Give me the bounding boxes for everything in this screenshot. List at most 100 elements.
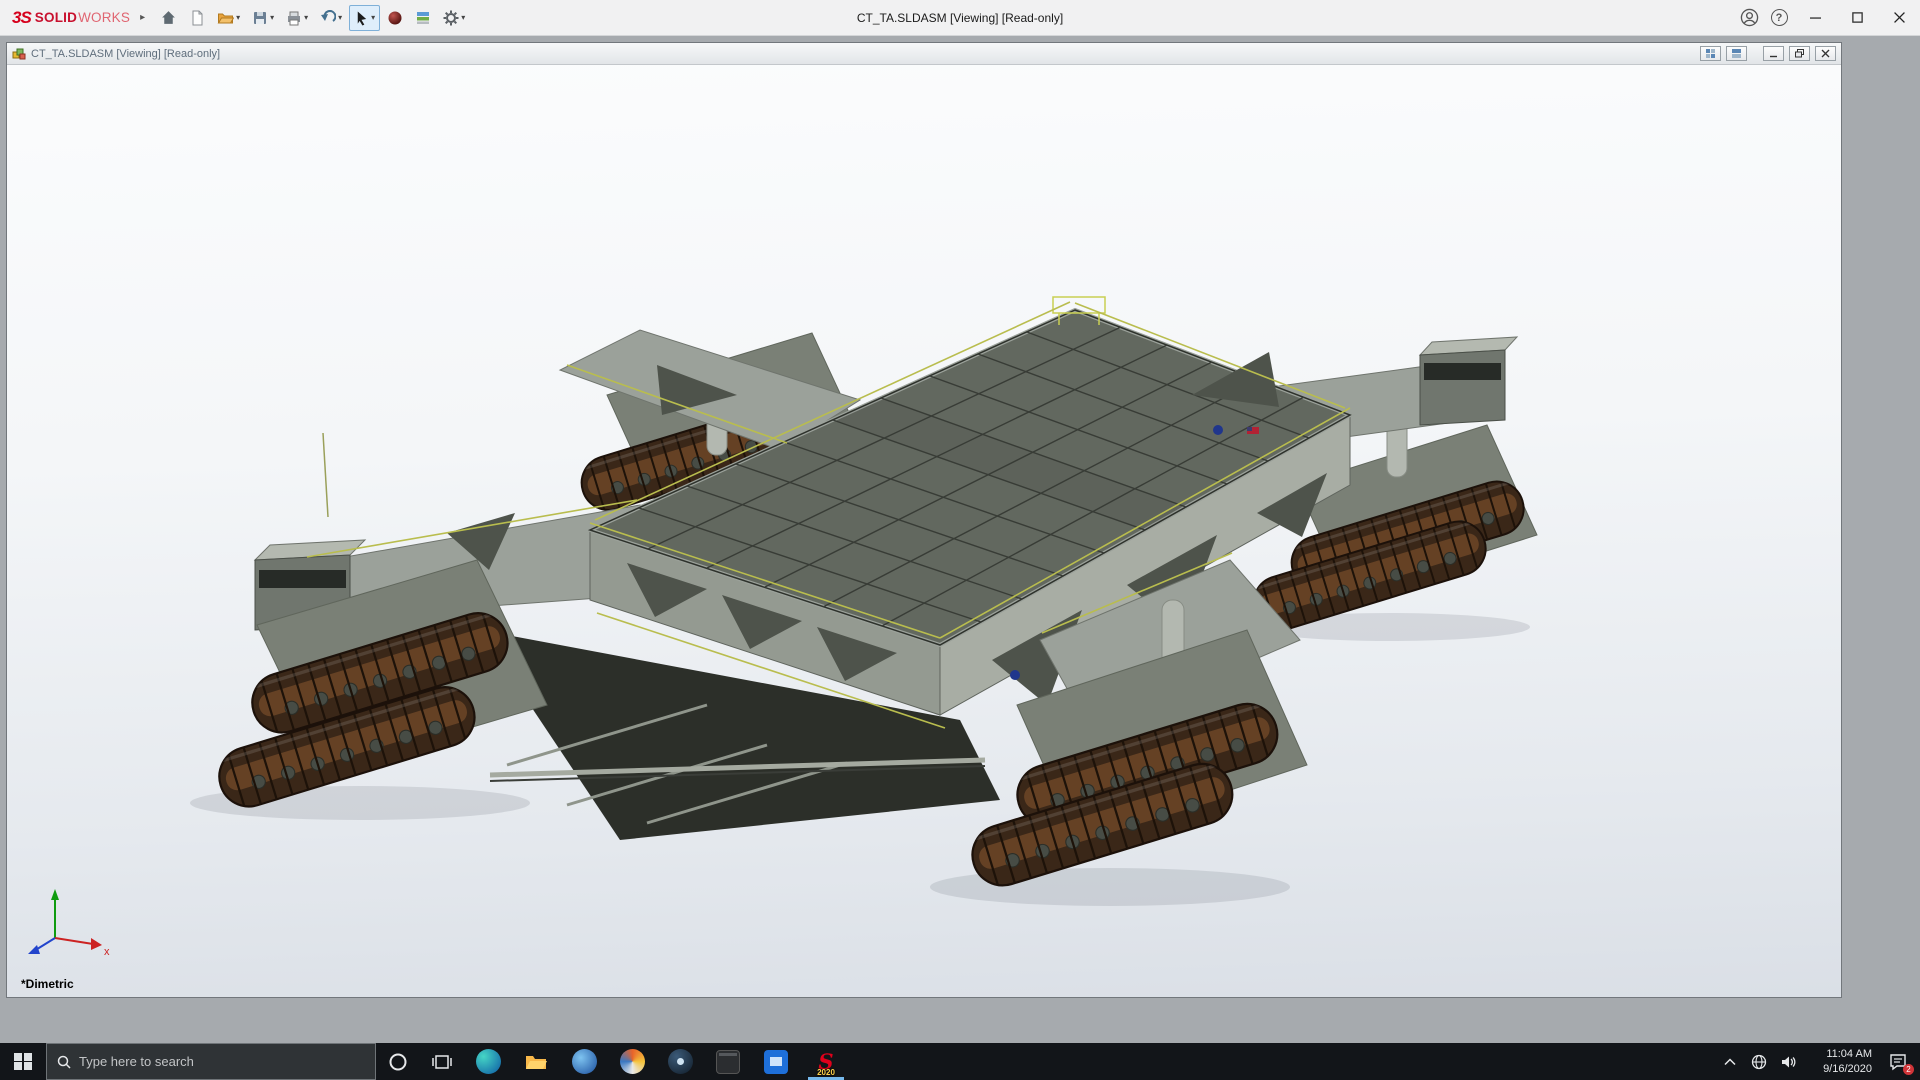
search-input[interactable] bbox=[79, 1054, 365, 1069]
3dexperience-sphere-icon bbox=[387, 10, 403, 26]
brand-solid: SOLID bbox=[35, 10, 77, 25]
speaker-icon bbox=[1781, 1054, 1797, 1070]
document-window-buttons bbox=[1700, 46, 1836, 61]
tray-overflow-button[interactable] bbox=[1716, 1043, 1744, 1080]
gear-icon bbox=[443, 10, 459, 26]
options-button[interactable]: ▾ bbox=[438, 5, 470, 31]
dark-circle-app-button[interactable] bbox=[656, 1043, 704, 1080]
right-operator-cab bbox=[1420, 337, 1517, 425]
file-explorer-button[interactable] bbox=[512, 1043, 560, 1080]
windows-logo-icon bbox=[14, 1053, 32, 1071]
axis-x-label: x bbox=[104, 946, 110, 958]
menu-expand-arrow[interactable]: ▸ bbox=[140, 12, 145, 23]
new-document-icon bbox=[189, 10, 205, 26]
file-explorer-icon bbox=[524, 1050, 548, 1074]
taskbar-clock[interactable]: 11:04 AM 9/16/2020 bbox=[1804, 1043, 1876, 1080]
crawler-transporter-model: x bbox=[7, 65, 1841, 997]
orientation-triad: x bbox=[28, 889, 110, 958]
colorful-app-button[interactable] bbox=[608, 1043, 656, 1080]
evaluate-button[interactable] bbox=[410, 5, 436, 31]
task-view-button[interactable] bbox=[420, 1043, 464, 1080]
blue-globe-icon bbox=[572, 1049, 597, 1074]
app-title: CT_TA.SLDASM [Viewing] [Read-only] bbox=[857, 11, 1063, 25]
clock-date: 9/16/2020 bbox=[1823, 1062, 1872, 1076]
document-window: CT_TA.SLDASM [Viewing] [Read-only] bbox=[6, 42, 1842, 998]
options-dropdown-caret[interactable]: ▾ bbox=[461, 13, 465, 22]
cortana-icon bbox=[388, 1052, 408, 1072]
home-icon bbox=[160, 9, 177, 26]
select-tool-button[interactable]: ▾ bbox=[349, 5, 380, 31]
document-minimize-button[interactable] bbox=[1763, 46, 1784, 61]
maximize-button[interactable] bbox=[1836, 0, 1878, 35]
3dexperience-button[interactable] bbox=[382, 5, 408, 31]
cortana-button[interactable] bbox=[376, 1043, 420, 1080]
split-layout-icon bbox=[1732, 49, 1741, 58]
save-icon bbox=[252, 10, 268, 26]
antenna-mast bbox=[323, 433, 328, 517]
grid-layout-icon bbox=[1706, 49, 1715, 58]
open-folder-icon bbox=[217, 10, 234, 26]
document-titlebar[interactable]: CT_TA.SLDASM [Viewing] [Read-only] bbox=[7, 43, 1841, 65]
clock-time: 11:04 AM bbox=[1826, 1047, 1872, 1061]
edge-icon bbox=[476, 1049, 501, 1074]
solidworks-logo: 3S SOLID WORKS bbox=[0, 8, 138, 28]
brand-mark: 3S bbox=[12, 8, 31, 28]
undo-dropdown-caret[interactable]: ▾ bbox=[338, 13, 342, 22]
document-minimize-icon bbox=[1769, 49, 1778, 58]
document-close-icon bbox=[1821, 49, 1830, 58]
terminal-app-button[interactable] bbox=[704, 1043, 752, 1080]
edge-button[interactable] bbox=[464, 1043, 512, 1080]
viewport-layout-button-2[interactable] bbox=[1726, 46, 1747, 61]
save-dropdown-caret[interactable]: ▾ bbox=[270, 13, 274, 22]
help-button[interactable]: ? bbox=[1764, 0, 1794, 35]
dark-circle-icon bbox=[668, 1049, 693, 1074]
select-dropdown-caret[interactable]: ▾ bbox=[371, 13, 375, 22]
new-document-button[interactable] bbox=[184, 5, 210, 31]
document-close-button[interactable] bbox=[1815, 46, 1836, 61]
blue-window-icon bbox=[764, 1050, 788, 1074]
start-button[interactable] bbox=[0, 1043, 46, 1080]
open-button[interactable]: ▾ bbox=[212, 5, 245, 31]
maximize-icon bbox=[1852, 12, 1863, 23]
graphics-viewport[interactable]: x *Dimetric bbox=[7, 65, 1841, 997]
chevron-up-icon bbox=[1724, 1058, 1736, 1066]
minimize-icon bbox=[1810, 12, 1821, 23]
quick-toolbar: ▾ ▾ ▾ ▾ ▾ bbox=[155, 4, 470, 31]
document-restore-button[interactable] bbox=[1789, 46, 1810, 61]
volume-button[interactable] bbox=[1774, 1043, 1804, 1080]
taskbar-search[interactable] bbox=[46, 1043, 376, 1080]
select-cursor-icon bbox=[354, 10, 369, 26]
account-button[interactable] bbox=[1734, 0, 1764, 35]
print-dropdown-caret[interactable]: ▾ bbox=[304, 13, 308, 22]
close-button[interactable] bbox=[1878, 0, 1920, 35]
home-button[interactable] bbox=[155, 4, 182, 31]
assembly-document-icon bbox=[12, 47, 26, 61]
help-icon: ? bbox=[1771, 9, 1788, 26]
blue-window-app-button[interactable] bbox=[752, 1043, 800, 1080]
minimize-button[interactable] bbox=[1794, 0, 1836, 35]
undo-button[interactable]: ▾ bbox=[315, 5, 347, 31]
blue-globe-app-button[interactable] bbox=[560, 1043, 608, 1080]
account-icon bbox=[1740, 8, 1759, 27]
print-button[interactable]: ▾ bbox=[281, 5, 313, 31]
close-icon bbox=[1894, 12, 1905, 23]
notification-count-badge: 2 bbox=[1903, 1064, 1914, 1075]
save-button[interactable]: ▾ bbox=[247, 5, 279, 31]
viewport-layout-button-1[interactable] bbox=[1700, 46, 1721, 61]
undo-icon bbox=[320, 10, 336, 26]
solidworks-taskbar-button[interactable]: S 2020 bbox=[800, 1043, 852, 1080]
system-tray: 11:04 AM 9/16/2020 2 bbox=[1716, 1043, 1920, 1080]
document-restore-icon bbox=[1795, 49, 1804, 58]
action-center-button[interactable]: 2 bbox=[1876, 1043, 1920, 1080]
network-button[interactable] bbox=[1744, 1043, 1774, 1080]
solidworks-year-label: 2020 bbox=[817, 1068, 835, 1077]
network-globe-icon bbox=[1751, 1054, 1767, 1070]
brand-works: WORKS bbox=[78, 10, 130, 25]
print-icon bbox=[286, 10, 302, 26]
mdi-workspace: CT_TA.SLDASM [Viewing] [Read-only] bbox=[0, 36, 1920, 1043]
terminal-icon bbox=[716, 1050, 740, 1074]
titlebar-right-controls: ? bbox=[1734, 0, 1920, 35]
search-icon bbox=[57, 1055, 71, 1069]
open-dropdown-caret[interactable]: ▾ bbox=[236, 13, 240, 22]
app-titlebar: 3S SOLID WORKS ▸ ▾ ▾ bbox=[0, 0, 1920, 36]
